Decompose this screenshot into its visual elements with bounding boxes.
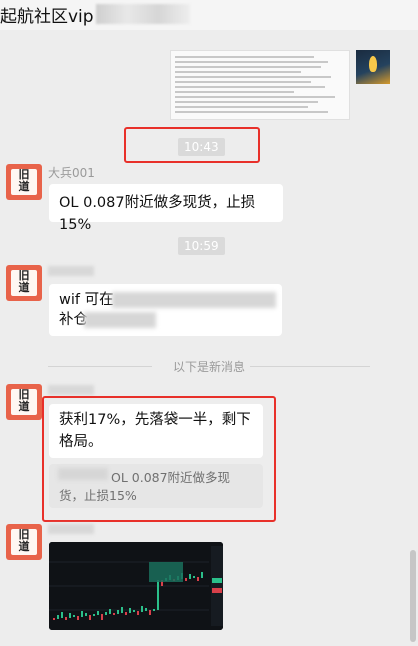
- candle: [189, 574, 191, 579]
- candle: [101, 614, 103, 620]
- avatar-logo: 旧道: [11, 169, 37, 195]
- preview-text-line: [175, 61, 328, 63]
- candle: [129, 608, 131, 613]
- candle: [117, 610, 119, 614]
- candle: [149, 610, 151, 615]
- candle: [69, 613, 71, 618]
- redacted-message-content: [84, 312, 156, 328]
- candle: [121, 607, 123, 613]
- redacted-sender-name: [48, 524, 94, 534]
- candle-flame-icon: [369, 56, 377, 72]
- candle: [145, 608, 147, 611]
- candle: [93, 614, 95, 616]
- candle: [157, 580, 159, 610]
- avatar-logo: 旧道: [11, 389, 37, 415]
- candle: [97, 611, 99, 615]
- preview-text-line: [175, 111, 328, 113]
- message-bubble[interactable]: OL 0.087附近做多现货，止损15%: [49, 184, 283, 233]
- new-messages-divider: 以下是新消息: [172, 360, 245, 374]
- message-text: wif 可在: [59, 292, 114, 308]
- preview-text-line: [175, 91, 294, 93]
- candle: [81, 611, 83, 617]
- candle: [193, 576, 195, 578]
- candle: [85, 613, 87, 616]
- scrollbar[interactable]: [410, 550, 416, 642]
- avatar[interactable]: 旧道: [6, 384, 42, 420]
- preview-text-line: [175, 66, 321, 68]
- timestamp: 10:43: [178, 138, 225, 156]
- preview-text-line: [175, 71, 301, 73]
- candle: [61, 612, 63, 618]
- candle: [141, 606, 143, 612]
- candle: [109, 609, 111, 614]
- redacted-title-suffix: [96, 4, 190, 24]
- avatar[interactable]: 旧道: [6, 164, 42, 200]
- redacted-message-content: [112, 292, 276, 308]
- timestamp: 10:59: [178, 237, 225, 255]
- candle: [153, 609, 155, 611]
- message-text: OL 0.087附近做多现货，止损15%: [59, 195, 256, 233]
- shared-document-preview[interactable]: [170, 50, 350, 120]
- chart-image-message[interactable]: [49, 542, 223, 630]
- chat-title: 起航社区vip: [0, 7, 94, 27]
- preview-text-line: [175, 76, 331, 78]
- message-bubble[interactable]: 获利17%，先落袋一半，剩下格局。: [49, 404, 263, 458]
- avatar-logo: 旧道: [11, 270, 37, 296]
- preview-text-line: [175, 86, 325, 88]
- preview-text-line: [175, 81, 311, 83]
- preview-text-line: [175, 96, 335, 98]
- candle: [73, 615, 75, 617]
- candle: [77, 616, 79, 620]
- preview-text-line: [175, 106, 308, 108]
- candle: [197, 577, 199, 581]
- avatar-logo: 旧道: [11, 529, 37, 555]
- candle: [53, 618, 55, 620]
- preview-text-line: [175, 56, 314, 58]
- candlestick-chart-thumbnail: [49, 542, 223, 630]
- avatar[interactable]: 旧道: [6, 265, 42, 301]
- avatar[interactable]: 旧道: [6, 524, 42, 560]
- preview-text-line: [175, 101, 318, 103]
- message-text: 获利17%，先落袋一半，剩下格局。: [59, 412, 251, 450]
- redacted-quoted-sender: [58, 468, 108, 480]
- candle: [65, 617, 67, 620]
- candle: [125, 612, 127, 615]
- candle: [113, 613, 115, 615]
- shared-document-thumbnail[interactable]: [356, 50, 390, 84]
- candle: [201, 572, 203, 578]
- sender-name: 大兵001: [48, 166, 95, 180]
- candle: [185, 578, 187, 581]
- candle: [89, 615, 91, 620]
- candle: [105, 612, 107, 615]
- redacted-sender-name: [48, 266, 94, 276]
- candle: [57, 615, 59, 619]
- chat-title-bar: 起航社区vip: [0, 0, 418, 30]
- redacted-sender-name: [48, 385, 94, 395]
- candle: [137, 611, 139, 615]
- candle: [133, 610, 135, 612]
